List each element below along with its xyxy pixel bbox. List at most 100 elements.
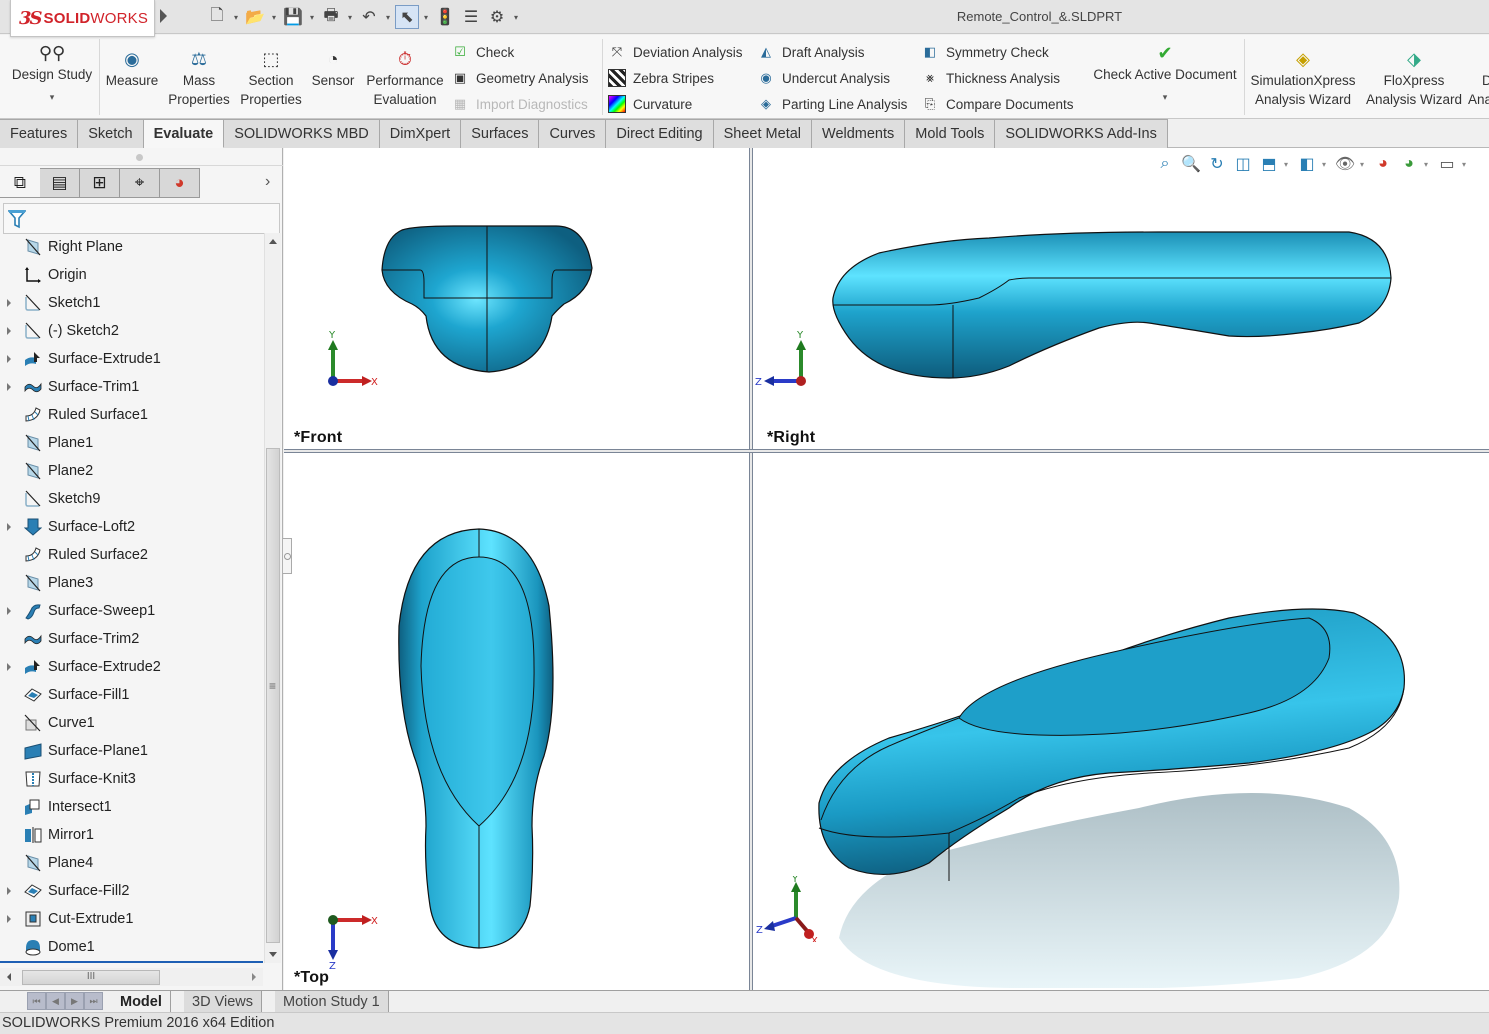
expand-arrow-icon[interactable] (7, 355, 11, 363)
tree-item-surface-extrude2[interactable]: Surface-Extrude2 (0, 653, 263, 681)
draft-analysis-button[interactable]: ◭ Draft Analysis (757, 40, 865, 64)
tree-item-sketch9[interactable]: Sketch9 (0, 485, 263, 513)
hide-show-items-icon[interactable]: 👁 (1334, 152, 1356, 176)
scrollbar-thumb[interactable] (266, 448, 280, 943)
tree-item-dome1[interactable]: Dome1 (0, 933, 263, 961)
tab-solidworks-mbd[interactable]: SOLIDWORKS MBD (224, 119, 380, 148)
chevron-down-icon[interactable]: ▾ (1163, 88, 1168, 107)
tree-item-right-plane[interactable]: Right Plane (0, 233, 263, 261)
viewport-splitter-horizontal[interactable] (284, 449, 1489, 453)
display-style-icon[interactable]: ◧ (1296, 152, 1318, 176)
expand-arrow-icon[interactable] (7, 607, 11, 615)
right-view-model[interactable] (829, 228, 1394, 388)
tab-mold-tools[interactable]: Mold Tools (905, 119, 996, 148)
isometric-view-model[interactable] (809, 598, 1409, 988)
tab-dimxpert[interactable]: DimXpert (379, 119, 462, 148)
tree-item-surface-fill2[interactable]: Surface-Fill2 (0, 877, 263, 905)
measure-button[interactable]: ◉ Measure (102, 35, 162, 119)
expand-arrow-icon[interactable] (7, 327, 11, 335)
tab-motion-study-1[interactable]: Motion Study 1 (275, 991, 389, 1012)
tab-surfaces[interactable]: Surfaces (461, 119, 540, 148)
tree-item-surface-fill1[interactable]: Surface-Fill1 (0, 681, 263, 709)
dropdown-arrow-icon[interactable]: ▾ (1360, 160, 1368, 169)
thickness-analysis-button[interactable]: ⨳ Thickness Analysis (921, 66, 1060, 90)
horizontal-scrollbar-thumb[interactable]: III (22, 970, 160, 985)
tree-item-plane3[interactable]: Plane3 (0, 569, 263, 597)
tree-item-surface-plane1[interactable]: Surface-Plane1 (0, 737, 263, 765)
tree-item-curve1[interactable]: Curve1 (0, 709, 263, 737)
feature-tree-vertical-scrollbar[interactable] (264, 233, 281, 963)
tree-item-ruled-surface1[interactable]: Ruled Surface1 (0, 401, 263, 429)
tree-item-surface-extrude1[interactable]: Surface-Extrude1 (0, 345, 263, 373)
tree-item-plane1[interactable]: Plane1 (0, 429, 263, 457)
solidworks-menu-button[interactable]: 3S SOLIDWORKS (10, 0, 155, 37)
import-diagnostics-button[interactable]: ▦ Import Diagnostics (451, 92, 588, 116)
zoom-to-fit-icon[interactable]: ⌕ (1154, 152, 1176, 176)
tree-item-surface-trim2[interactable]: Surface-Trim2 (0, 625, 263, 653)
configuration-manager-tab[interactable]: ⊞ (80, 168, 120, 198)
expand-arrow-icon[interactable] (7, 383, 11, 391)
expand-arrow-icon[interactable] (7, 915, 11, 923)
tree-item-surface-loft2[interactable]: Surface-Loft2 (0, 513, 263, 541)
top-view-model[interactable] (394, 526, 564, 951)
dropdown-arrow-icon[interactable]: ▾ (1322, 160, 1330, 169)
check-active-document-button[interactable]: ✔ Check Active Document ▾ (1088, 35, 1242, 119)
last-tab-icon[interactable]: ⏭ (84, 992, 103, 1010)
tab-direct-editing[interactable]: Direct Editing (606, 119, 714, 148)
section-properties-button[interactable]: ⬚ Section Properties (236, 35, 306, 119)
tree-item-plane2[interactable]: Plane2 (0, 457, 263, 485)
simulationxpress-button[interactable]: ◈ SimulationXpress Analysis Wizard (1248, 35, 1358, 119)
tab-sheet-metal[interactable]: Sheet Metal (713, 119, 813, 148)
next-tab-icon[interactable]: ▶ (65, 992, 84, 1010)
property-manager-tab[interactable]: ▤ (40, 168, 80, 198)
compare-documents-button[interactable]: ⎘ Compare Documents (921, 92, 1074, 116)
panel-resize-grip[interactable] (136, 154, 143, 161)
check-button[interactable]: ☑ Check (451, 40, 514, 64)
feature-tree-horizontal-scrollbar[interactable]: III (0, 968, 263, 986)
graphics-area[interactable]: ⌕🔍↻◫⬒ ▾ ◧ ▾ 👁 ▾ ◕◕ ▾ ▭ ▾ *Front Y X (283, 148, 1489, 990)
display-manager-tab[interactable]: ◕ (160, 168, 200, 198)
dimxpert-manager-tab[interactable]: ⌖ (120, 168, 160, 198)
previous-tab-icon[interactable]: ◀ (46, 992, 65, 1010)
symmetry-check-button[interactable]: ◧ Symmetry Check (921, 40, 1049, 64)
edit-appearance-icon[interactable]: ◕ (1372, 152, 1394, 176)
first-tab-icon[interactable]: ⏮ (27, 992, 46, 1010)
apply-scene-icon[interactable]: ◕ (1398, 152, 1420, 176)
dropdown-arrow-icon[interactable]: ▾ (1284, 160, 1292, 169)
tab-evaluate[interactable]: Evaluate (143, 119, 225, 148)
chevron-down-icon[interactable]: ▾ (50, 88, 55, 107)
tree-item-sketch1[interactable]: Sketch1 (0, 289, 263, 317)
expand-arrow-icon[interactable] (7, 299, 11, 307)
tab-3d-views[interactable]: 3D Views (184, 991, 262, 1012)
deviation-analysis-button[interactable]: ⤧ Deviation Analysis (608, 40, 743, 64)
design-study-button[interactable]: ⚲⚲ Design Study ▾ (6, 35, 98, 119)
tree-item-intersect1[interactable]: Intersect1 (0, 793, 263, 821)
drop-test-analysis-button[interactable]: D Ana (1468, 35, 1489, 119)
floxpress-button[interactable]: ⬗ FloXpress Analysis Wizard (1362, 35, 1466, 119)
tree-item-plane4[interactable]: Plane4 (0, 849, 263, 877)
undercut-analysis-button[interactable]: ◉ Undercut Analysis (757, 66, 890, 90)
section-view-icon[interactable]: ◫ (1232, 152, 1254, 176)
expand-arrow-icon[interactable] (7, 887, 11, 895)
tree-item-mirror1[interactable]: Mirror1 (0, 821, 263, 849)
viewport-splitter-vertical[interactable] (749, 148, 753, 990)
zoom-to-area-icon[interactable]: 🔍 (1180, 152, 1202, 176)
tab-features[interactable]: Features (0, 119, 79, 148)
scroll-left-arrow-icon[interactable] (7, 973, 11, 981)
rollback-bar[interactable] (0, 961, 263, 963)
scroll-up-arrow-icon[interactable] (269, 239, 277, 244)
zebra-stripes-button[interactable]: Zebra Stripes (608, 66, 714, 90)
tab-model[interactable]: Model (112, 991, 171, 1012)
tree-item-ruled-surface2[interactable]: Ruled Surface2 (0, 541, 263, 569)
tree-item-origin[interactable]: Origin (0, 261, 263, 289)
view-settings-icon[interactable]: ▭ (1436, 152, 1458, 176)
performance-evaluation-button[interactable]: ⏱ Performance Evaluation (364, 35, 446, 119)
more-tabs-chevron-icon[interactable]: › (265, 173, 270, 191)
feature-manager-tab[interactable]: ⧉ (0, 168, 40, 198)
tab-weldments[interactable]: Weldments (812, 119, 906, 148)
geometry-analysis-button[interactable]: ▣ Geometry Analysis (451, 66, 589, 90)
tab-solidworks-add-ins[interactable]: SOLIDWORKS Add-Ins (995, 119, 1168, 148)
sensor-button[interactable]: ◔ Sensor (308, 35, 358, 119)
feature-tree-filter[interactable] (3, 203, 280, 234)
tab-sketch[interactable]: Sketch (78, 119, 144, 148)
